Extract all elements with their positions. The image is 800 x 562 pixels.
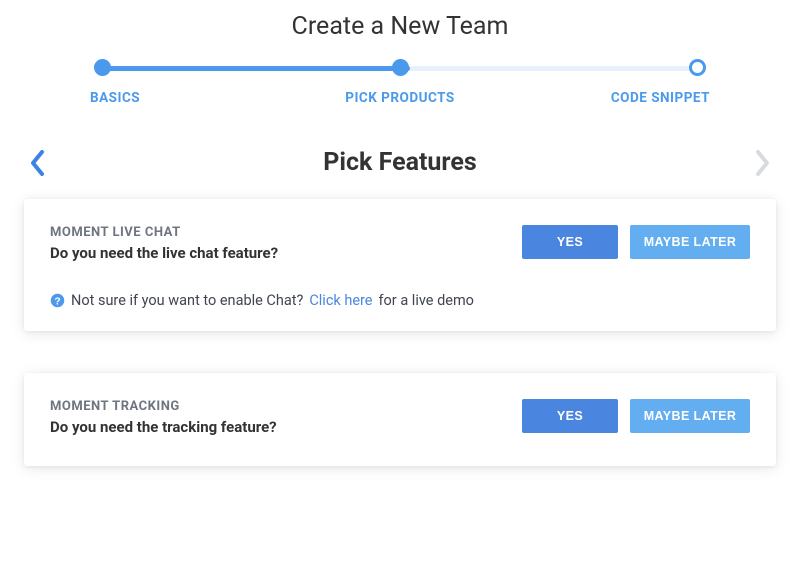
hint-text-after: for a live demo: [379, 292, 474, 309]
card-titles: MOMENT TRACKING Do you need the tracking…: [50, 399, 502, 436]
page-title: Create a New Team: [18, 12, 782, 41]
next-arrow[interactable]: [748, 149, 776, 177]
step-label: PICK PRODUCTS: [345, 90, 454, 106]
step-pick-products[interactable]: PICK PRODUCTS: [325, 59, 475, 106]
card-eyebrow: MOMENT LIVE CHAT: [50, 225, 502, 240]
svg-text:?: ?: [54, 296, 60, 307]
chevron-left-icon: [30, 150, 46, 176]
chevron-right-icon: [754, 150, 770, 176]
card-question: Do you need the live chat feature?: [50, 244, 502, 262]
card-question: Do you need the tracking feature?: [50, 418, 502, 436]
step-code-snippet[interactable]: CODE SNIPPET: [560, 59, 710, 106]
step-label: CODE SNIPPET: [611, 90, 710, 106]
hint-text-before: Not sure if you want to enable Chat?: [71, 292, 303, 309]
card-header: MOMENT LIVE CHAT Do you need the live ch…: [50, 225, 750, 262]
section-title: Pick Features: [52, 148, 748, 177]
step-dot-hollow-icon: [689, 59, 706, 76]
yes-button[interactable]: YES: [522, 225, 618, 259]
step-dot-filled-icon: [392, 59, 409, 76]
card-actions: YES MAYBE LATER: [522, 399, 750, 433]
step-dot-filled-icon: [94, 59, 111, 76]
feature-card-chat: MOMENT LIVE CHAT Do you need the live ch…: [24, 199, 776, 331]
card-titles: MOMENT LIVE CHAT Do you need the live ch…: [50, 225, 502, 262]
card-actions: YES MAYBE LATER: [522, 225, 750, 259]
stepper-steps: BASICS PICK PRODUCTS CODE SNIPPET: [90, 59, 710, 106]
step-label: BASICS: [90, 90, 140, 106]
progress-stepper: BASICS PICK PRODUCTS CODE SNIPPET: [90, 59, 710, 106]
prev-arrow[interactable]: [24, 149, 52, 177]
hint-link[interactable]: Click here: [309, 292, 372, 309]
card-header: MOMENT TRACKING Do you need the tracking…: [50, 399, 750, 436]
feature-card-tracking: MOMENT TRACKING Do you need the tracking…: [24, 373, 776, 466]
step-basics[interactable]: BASICS: [90, 59, 240, 106]
maybe-later-button[interactable]: MAYBE LATER: [630, 399, 750, 433]
page-container: Create a New Team BASICS PICK PRODUCTS C…: [0, 0, 800, 466]
section-header: Pick Features: [18, 148, 782, 177]
card-hint: ? Not sure if you want to enable Chat? C…: [50, 292, 750, 309]
card-eyebrow: MOMENT TRACKING: [50, 399, 502, 414]
yes-button[interactable]: YES: [522, 399, 618, 433]
maybe-later-button[interactable]: MAYBE LATER: [630, 225, 750, 259]
help-icon: ?: [50, 293, 65, 308]
